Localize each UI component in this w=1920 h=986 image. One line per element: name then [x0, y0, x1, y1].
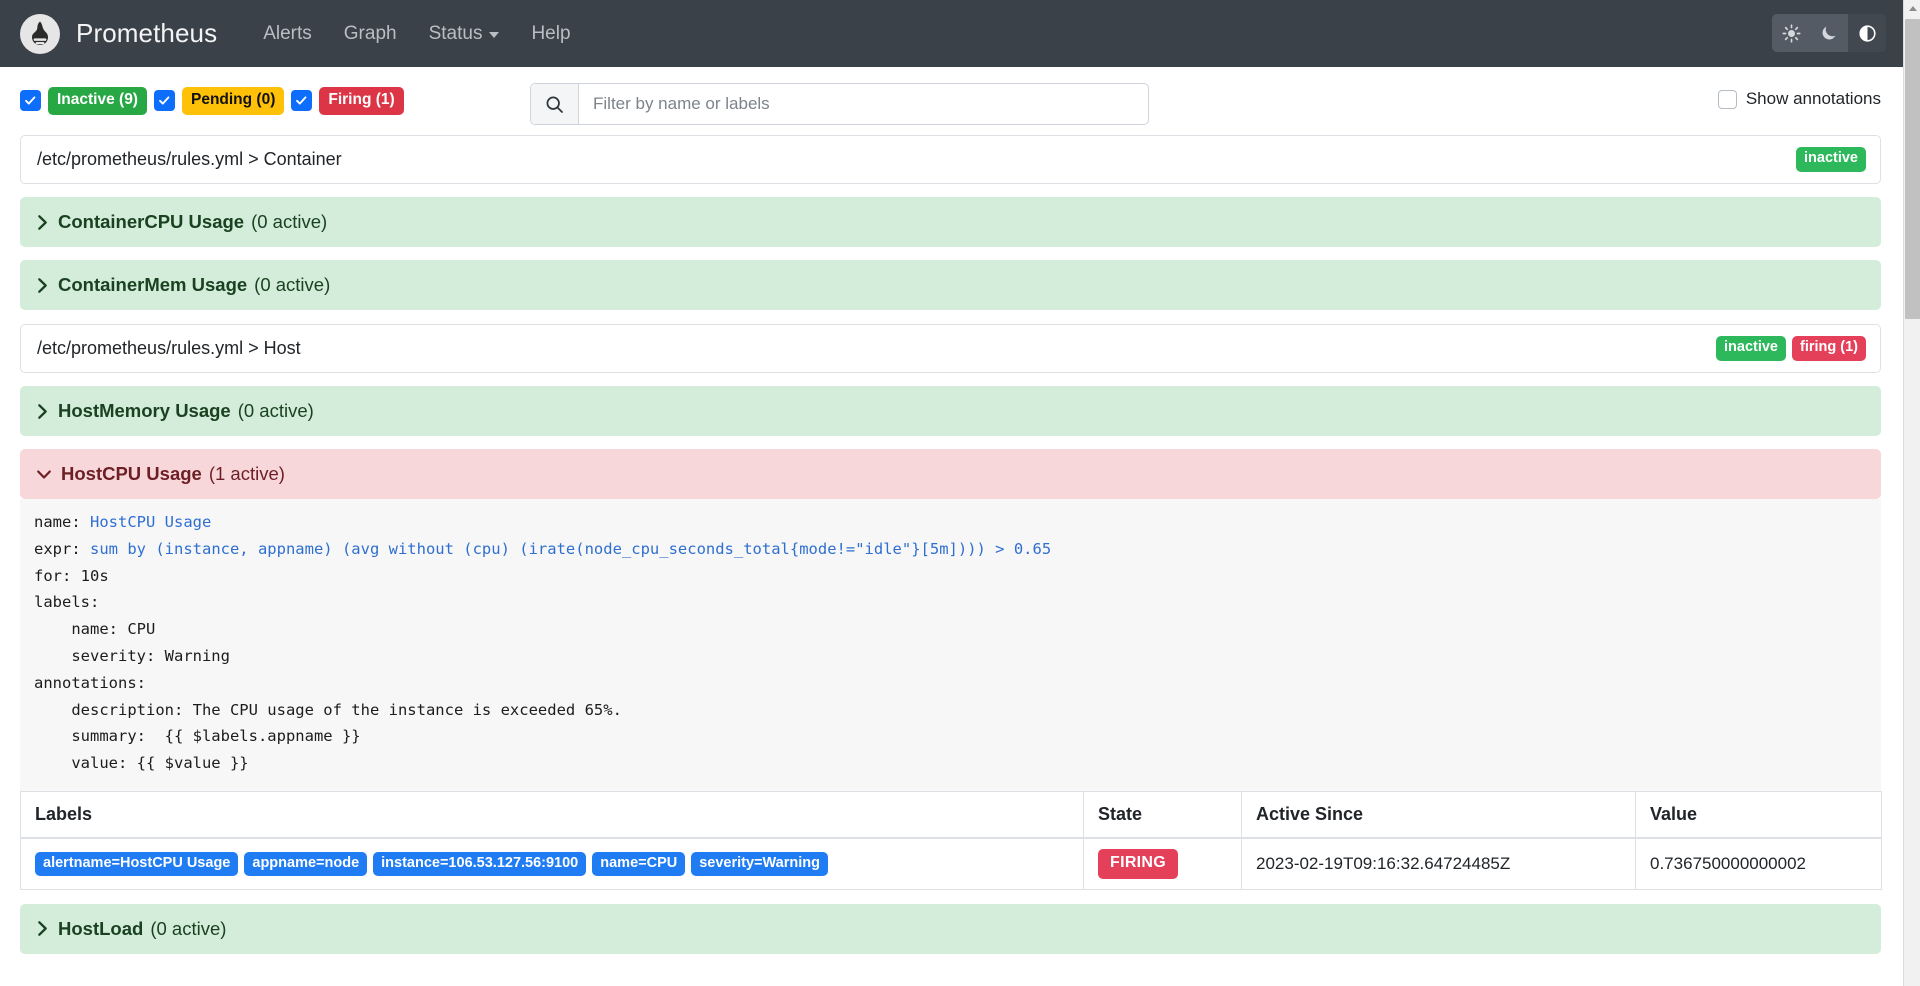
half-circle-icon[interactable] [1848, 14, 1886, 52]
yaml-line-expr: expr: sum by (instance, appname) (avg wi… [34, 539, 1052, 558]
status-badge-firing: FIRING [1098, 848, 1179, 879]
theme-switcher [1772, 14, 1886, 52]
chevron-right-icon [36, 277, 49, 294]
status-badge-inactive: inactive [1796, 147, 1866, 172]
nav-link-alerts[interactable]: Alerts [247, 15, 328, 53]
rule-name: HostMemory Usage [58, 400, 231, 421]
nav-link-graph[interactable]: Graph [328, 15, 413, 53]
nav-link-status-label: Status [428, 22, 483, 44]
nav-link-alerts-label: Alerts [263, 22, 312, 44]
nav-link-help-label: Help [531, 22, 571, 44]
nav-link-graph-label: Graph [343, 22, 397, 44]
yaml-line-label-severity: severity: Warning [52, 646, 230, 665]
yaml-value-for: 10s [80, 566, 109, 585]
filter-badge-firing[interactable]: Firing (1) [319, 87, 404, 115]
rule-row-containercpu-usage[interactable]: ContainerCPU Usage (0 active) [20, 197, 1881, 247]
status-badge-firing: firing (1) [1792, 336, 1866, 361]
yaml-value-name: HostCPU Usage [90, 513, 212, 531]
search-box [530, 83, 1149, 125]
sun-icon[interactable] [1772, 14, 1810, 52]
cell-state: FIRING [1083, 837, 1242, 890]
filter-toolbar: Inactive (9) Pending (0) Firing (1) Filt… [20, 67, 1881, 135]
rule-row-hostload[interactable]: HostLoad (0 active) [20, 903, 1881, 954]
rule-active-count: (0 active) [251, 211, 328, 232]
yaml-line-annotation-summary: summary: {{ $labels.appname }} [52, 727, 361, 746]
group-path: /etc/prometheus/rules.yml > Container [37, 149, 342, 169]
page-scrollbar[interactable] [1903, 0, 1920, 986]
rule-definition-yaml: name: HostCPU Usage expr: sum by (instan… [20, 499, 1881, 791]
label-chip-alertname[interactable]: alertname=HostCPU Usage [35, 851, 239, 876]
rule-name: HostLoad [58, 917, 144, 939]
chevron-down-icon [489, 32, 500, 38]
rule-name: ContainerMem Usage [58, 274, 248, 295]
nav-link-help[interactable]: Help [515, 15, 586, 53]
nav-links: Alerts Graph Status Help [247, 15, 586, 53]
label-chip-instance[interactable]: instance=106.53.127.56:9100 [373, 851, 587, 876]
column-header-state: State [1083, 791, 1242, 839]
yaml-line-label-name: name: CPU [52, 620, 156, 639]
cell-value: 0.736750000000002 [1650, 853, 1806, 873]
rule-row-hostmemory-usage[interactable]: HostMemory Usage (0 active) [20, 386, 1881, 436]
yaml-line-annotations: annotations: [34, 673, 146, 692]
show-annotations-checkbox[interactable] [1717, 89, 1737, 109]
column-header-value: Value [1635, 791, 1882, 839]
search-icon [531, 84, 579, 124]
moon-icon[interactable] [1810, 14, 1848, 52]
rule-name: HostCPU Usage [61, 463, 202, 484]
yaml-line-for: for: [34, 566, 81, 585]
rule-row-hostcpu-usage[interactable]: HostCPU Usage (1 active) [20, 449, 1881, 499]
yaml-value-expr: sum by (instance, appname) (avg without … [90, 539, 1052, 558]
active-alerts-table: Labels State Active Since Value alertnam… [20, 790, 1882, 890]
rule-active-count: (1 active) [208, 463, 285, 484]
label-chip-name[interactable]: name=CPU [592, 851, 686, 876]
rule-active-count: (0 active) [254, 274, 331, 295]
yaml-line-annotation-description: description: The CPU usage of the instan… [52, 700, 622, 719]
rule-active-count: (0 active) [237, 400, 314, 421]
table-header-row: Labels State Active Since Value [20, 791, 1882, 839]
brand-title: Prometheus [76, 18, 218, 48]
chevron-right-icon [36, 403, 49, 420]
filter-checkbox-pending[interactable] [153, 90, 175, 112]
filter-badge-pending[interactable]: Pending (0) [181, 87, 285, 115]
yaml-line-labels: labels: [34, 593, 100, 612]
chevron-right-icon [36, 214, 49, 231]
show-annotations-label: Show annotations [1745, 89, 1881, 108]
group-header-container: /etc/prometheus/rules.yml > Container in… [20, 135, 1881, 184]
group-header-host: /etc/prometheus/rules.yml > Host inactiv… [20, 324, 1881, 373]
label-chip-severity[interactable]: severity=Warning [691, 851, 828, 876]
yaml-line-name: name: HostCPU Usage [34, 513, 212, 531]
rule-row-containermem-usage[interactable]: ContainerMem Usage (0 active) [20, 260, 1881, 310]
alerts-page: Prometheus Alerts Graph Status Help Inac… [0, 0, 1920, 986]
search-input[interactable] [579, 84, 1148, 124]
rule-name: ContainerCPU Usage [58, 211, 245, 232]
label-chip-list: alertname=HostCPU Usage appname=node ins… [35, 851, 1069, 876]
show-annotations-toggle[interactable]: Show annotations [1717, 89, 1881, 109]
state-filters: Inactive (9) Pending (0) Firing (1) [20, 87, 404, 115]
column-header-active-since: Active Since [1241, 791, 1636, 839]
rule-active-count: (0 active) [150, 917, 227, 939]
chevron-down-icon [36, 467, 52, 482]
column-header-labels: Labels [20, 791, 1084, 839]
group-path: /etc/prometheus/rules.yml > Host [37, 338, 301, 358]
filter-checkbox-inactive[interactable] [20, 90, 41, 112]
nav-link-status[interactable]: Status [413, 15, 516, 53]
scrollbar-up-arrow-icon[interactable] [1904, 0, 1920, 17]
cell-active-since: 2023-02-19T09:16:32.64724485Z [1241, 837, 1636, 890]
chevron-right-icon [36, 920, 49, 937]
label-chip-appname[interactable]: appname=node [244, 851, 368, 876]
prometheus-torch-logo-icon [20, 13, 60, 54]
cell-labels: alertname=HostCPU Usage appname=node ins… [20, 837, 1084, 890]
yaml-line-annotation-value: value: {{ $value }} [52, 754, 249, 773]
status-badge-inactive: inactive [1716, 336, 1786, 361]
scrollbar-thumb[interactable] [1905, 19, 1920, 319]
group-state-badges: inactive [1796, 147, 1866, 172]
top-navbar: Prometheus Alerts Graph Status Help [0, 0, 1920, 67]
filter-badge-inactive[interactable]: Inactive (9) [48, 87, 147, 115]
brand[interactable]: Prometheus [20, 13, 218, 54]
group-state-badges: inactive firing (1) [1716, 336, 1866, 361]
main-content: Inactive (9) Pending (0) Firing (1) Filt… [0, 67, 1903, 954]
filter-checkbox-firing[interactable] [291, 90, 313, 112]
table-row: alertname=HostCPU Usage appname=node ins… [20, 837, 1882, 890]
